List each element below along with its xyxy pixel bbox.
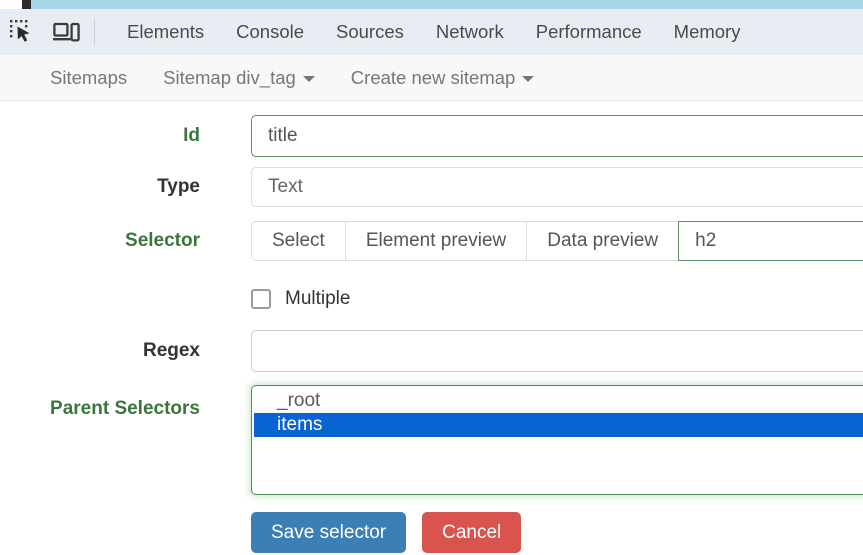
form-actions: Save selector Cancel [251,512,521,553]
field-parent-selectors: _root items [251,385,863,495]
devtools-tab-list: Elements Console Sources Network Perform… [101,10,756,54]
nav-item-sitemap-divtag[interactable]: Sitemap div_tag [145,56,333,100]
cancel-button[interactable]: Cancel [422,512,521,553]
tab-memory[interactable]: Memory [658,10,757,54]
data-preview-button[interactable]: Data preview [526,221,678,261]
label-regex: Regex [0,341,200,360]
field-regex [251,330,863,372]
tab-performance[interactable]: Performance [520,10,658,54]
regex-input[interactable] [251,330,863,372]
nav-item-sitemaps[interactable]: Sitemaps [32,56,145,100]
chevron-down-icon [303,76,315,82]
devtools-window: Elements Console Sources Network Perform… [0,0,863,555]
webscraper-navbar: Sitemaps Sitemap div_tag Create new site… [0,55,863,101]
selector-input[interactable] [678,221,863,261]
tab-sources[interactable]: Sources [320,10,420,54]
multiple-checkbox-wrap[interactable]: Multiple [251,287,863,311]
nav-item-sitemap-divtag-label: Sitemap div_tag [163,67,296,88]
devtools-strip-tab [0,0,22,9]
parent-selectors-listbox[interactable]: _root items [251,385,863,495]
label-selector: Selector [0,231,200,250]
chevron-down-icon [522,76,534,82]
multiple-label: Multiple [285,288,350,310]
select-button[interactable]: Select [251,221,345,261]
field-type: Text [251,167,863,207]
devtools-toolbar: Elements Console Sources Network Perform… [0,9,863,55]
id-input[interactable] [251,115,863,157]
device-toolbar-icon[interactable] [44,10,88,54]
label-parent-selectors: Parent Selectors [0,399,200,418]
devtools-top-strip [0,0,863,9]
multiple-checkbox[interactable] [251,289,271,309]
save-selector-button[interactable]: Save selector [251,512,406,553]
toolbar-divider [94,19,95,45]
list-item[interactable]: _root [252,389,863,413]
tab-network[interactable]: Network [420,10,520,54]
nav-item-create-new-sitemap-label: Create new sitemap [351,67,516,88]
inspect-element-icon[interactable] [0,10,44,54]
label-id: Id [0,126,200,145]
tab-console[interactable]: Console [220,10,320,54]
field-multiple: Multiple [251,287,863,311]
list-item[interactable]: items [254,413,863,437]
element-preview-button[interactable]: Element preview [345,221,526,261]
devtools-strip-marker [22,0,31,9]
type-select[interactable]: Text [251,167,863,207]
tab-elements[interactable]: Elements [111,10,220,54]
nav-item-create-new-sitemap[interactable]: Create new sitemap [333,56,553,100]
label-type: Type [0,177,200,196]
field-selector: Select Element preview Data preview [251,221,863,261]
selector-button-group: Select Element preview Data preview [251,221,863,261]
field-id [251,115,863,157]
nav-item-sitemaps-label: Sitemaps [50,67,127,88]
